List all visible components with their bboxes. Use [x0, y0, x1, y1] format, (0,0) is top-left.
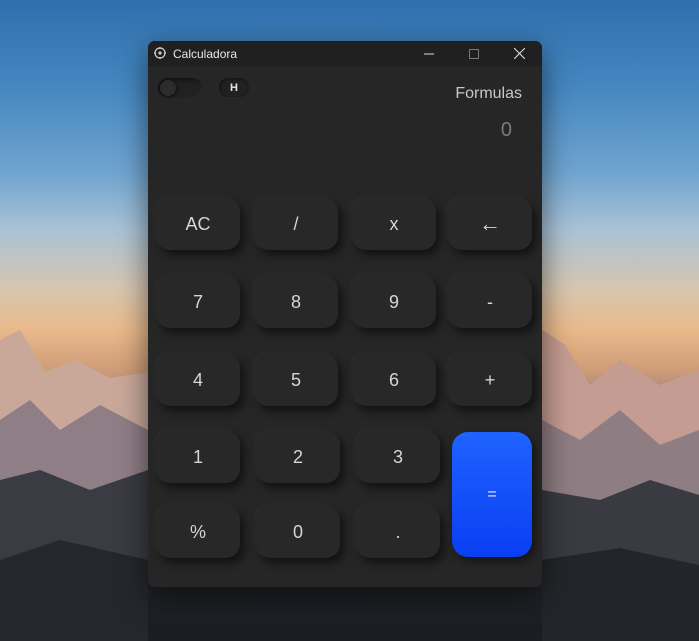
digit-0-button[interactable]: 0 [256, 506, 340, 558]
multiply-button[interactable]: x [352, 198, 436, 250]
close-icon [513, 48, 525, 59]
equals-button[interactable]: = [452, 432, 532, 557]
minimize-icon [424, 53, 434, 54]
maximize-button[interactable] [451, 41, 497, 66]
digit-3-button[interactable]: 3 [356, 431, 440, 483]
backspace-button[interactable]: ← [448, 198, 532, 250]
decimal-button[interactable]: . [356, 506, 440, 558]
digit-5-button[interactable]: 5 [254, 354, 338, 406]
history-button[interactable]: H [219, 78, 249, 97]
divide-button[interactable]: / [254, 198, 338, 250]
clear-button[interactable]: AC [156, 198, 240, 250]
percent-button[interactable]: % [156, 506, 240, 558]
digit-1-button[interactable]: 1 [156, 431, 240, 483]
digit-9-button[interactable]: 9 [352, 276, 436, 328]
title-bar: Calculadora [148, 41, 542, 66]
calculator-app-icon [154, 47, 166, 59]
minimize-button[interactable] [406, 41, 452, 66]
toggle-knob [160, 80, 176, 96]
plus-button[interactable]: + [448, 354, 532, 406]
digit-4-button[interactable]: 4 [156, 354, 240, 406]
theme-toggle[interactable] [158, 78, 202, 98]
digit-7-button[interactable]: 7 [156, 276, 240, 328]
digit-8-button[interactable]: 8 [254, 276, 338, 328]
calculator-window: Calculadora H Formulas 0 AC / x ← 7 8 9 … [148, 41, 542, 587]
close-button[interactable] [496, 41, 542, 66]
formulas-label[interactable]: Formulas [455, 85, 522, 103]
maximize-icon [469, 48, 479, 59]
digit-2-button[interactable]: 2 [256, 431, 340, 483]
digit-6-button[interactable]: 6 [352, 354, 436, 406]
result-display: 0 [500, 119, 512, 141]
minus-button[interactable]: - [448, 276, 532, 328]
window-title: Calculadora [173, 47, 238, 61]
